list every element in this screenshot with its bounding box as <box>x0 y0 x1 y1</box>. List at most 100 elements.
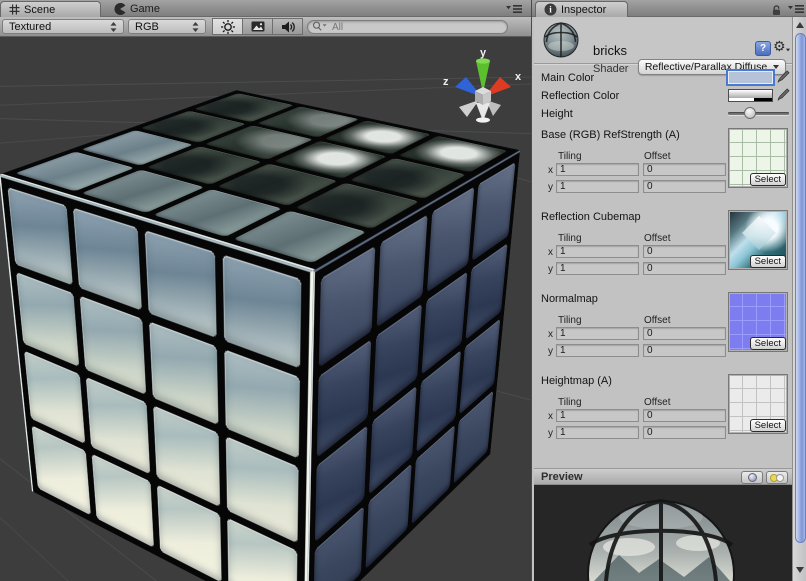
tab-scene[interactable]: Scene <box>0 1 101 17</box>
offset-y-input[interactable] <box>643 426 726 439</box>
gizmo-x-label: x <box>515 71 522 83</box>
scene-lighting-toggle[interactable] <box>212 18 243 35</box>
select-texture-button[interactable]: Select <box>750 255 786 268</box>
inspector-scrollbar[interactable] <box>792 17 806 581</box>
offset-y-input[interactable] <box>643 262 726 275</box>
render-mode-value: Textured <box>9 21 110 33</box>
offset-header: Offset <box>644 315 671 326</box>
texture-section-base: Base (RGB) RefStrength (A) Select Tiling… <box>534 129 792 199</box>
gizmo-z-label: z <box>443 76 449 88</box>
preview-titlebar[interactable]: Preview <box>534 468 792 485</box>
preview-mesh-button[interactable] <box>741 471 763 484</box>
inspector-panel: i Inspector <box>531 0 806 581</box>
chevron-down-icon <box>773 65 779 69</box>
tab-scene-label: Scene <box>24 4 55 16</box>
y-axis-label: y <box>548 182 553 193</box>
preview-title: Preview <box>541 471 583 483</box>
eyedropper-icon[interactable] <box>777 70 790 84</box>
help-button[interactable]: ? <box>755 41 771 56</box>
offset-x-input[interactable] <box>643 245 726 258</box>
tiling-x-input[interactable] <box>556 245 639 258</box>
select-texture-button[interactable]: Select <box>750 337 786 350</box>
scrollbar-thumb[interactable] <box>795 33 806 543</box>
scene-skybox-toggle[interactable] <box>242 18 273 35</box>
reflection-color-swatch[interactable] <box>728 89 773 102</box>
texture-section-title: Normalmap <box>541 293 598 305</box>
tab-game[interactable]: Game <box>106 1 186 17</box>
main-color-swatch[interactable] <box>728 71 773 84</box>
inspector-tabbar: i Inspector <box>532 0 806 17</box>
tiling-y-input[interactable] <box>556 426 639 439</box>
x-axis-label: x <box>548 247 553 258</box>
scene-viewport[interactable]: y x z <box>0 37 531 581</box>
sun-icon <box>220 19 236 35</box>
offset-y-input[interactable] <box>643 180 726 193</box>
grid-icon <box>9 4 20 15</box>
shader-label: Shader <box>593 63 628 75</box>
material-preview-area[interactable] <box>534 485 792 581</box>
gizmo-y-label: y <box>480 47 487 59</box>
height-label: Height <box>541 108 573 120</box>
material-name: bricks <box>593 43 627 58</box>
offset-header: Offset <box>644 397 671 408</box>
x-axis-label: x <box>548 329 553 340</box>
tiling-y-input[interactable] <box>556 180 639 193</box>
scene-grid-line <box>0 513 84 581</box>
select-texture-button[interactable]: Select <box>750 173 786 186</box>
tab-inspector[interactable]: i Inspector <box>535 1 628 17</box>
tiling-header: Tiling <box>558 151 582 162</box>
tiling-header: Tiling <box>558 233 582 244</box>
channel-mode-dropdown[interactable]: RGB <box>128 19 206 34</box>
base-texture-thumbnail[interactable]: Select <box>728 128 788 188</box>
normalmap-texture-thumbnail[interactable]: Select <box>728 292 788 352</box>
scene-toolbar: Textured RGB <box>0 17 531 37</box>
inspector-panel-menu-icon[interactable] <box>788 4 805 14</box>
scroll-up-arrow[interactable] <box>796 22 804 28</box>
offset-y-input[interactable] <box>643 344 726 357</box>
eyedropper-icon[interactable] <box>777 88 790 102</box>
offset-x-input[interactable] <box>643 327 726 340</box>
height-slider-thumb[interactable] <box>744 107 756 119</box>
y-axis-label: y <box>548 264 553 275</box>
height-slider-track[interactable] <box>728 112 789 115</box>
scene-panel-menu-icon[interactable] <box>506 4 523 14</box>
tiling-x-input[interactable] <box>556 327 639 340</box>
y-axis-label: y <box>548 428 553 439</box>
tiling-header: Tiling <box>558 397 582 408</box>
cubemap-texture-thumbnail[interactable]: Select <box>728 210 788 270</box>
preview-lighting-toggle[interactable] <box>766 471 788 484</box>
inspector-lock-icon[interactable] <box>771 4 782 16</box>
info-icon: i <box>544 3 557 16</box>
chevron-down-icon <box>785 49 789 52</box>
texture-section-cubemap: Reflection Cubemap Select Tiling Offset … <box>534 211 792 281</box>
gizmo-neg-axis-cone-base <box>476 117 490 122</box>
texture-section-title: Heightmap (A) <box>541 375 612 387</box>
image-icon <box>250 19 266 34</box>
preview-sphere <box>534 485 792 581</box>
tiling-y-input[interactable] <box>556 262 639 275</box>
scene-search-input[interactable] <box>307 20 508 34</box>
x-axis-label: x <box>548 411 553 422</box>
texture-section-normalmap: Normalmap Select Tiling Offset x y <box>534 293 792 363</box>
scene-cube-object[interactable] <box>131 128 431 534</box>
material-sphere-thumbnail <box>542 21 580 59</box>
gizmo-neg-axis-cone[interactable] <box>486 100 501 116</box>
offset-x-input[interactable] <box>643 409 726 422</box>
heightmap-texture-thumbnail[interactable]: Select <box>728 374 788 434</box>
light-off-icon <box>776 474 784 482</box>
tiling-header: Tiling <box>558 315 582 326</box>
scene-audio-toggle[interactable] <box>272 18 303 35</box>
updown-arrows-icon <box>110 21 117 33</box>
select-texture-button[interactable]: Select <box>750 419 786 432</box>
scene-orientation-gizmo[interactable]: y x z <box>434 41 531 125</box>
offset-x-input[interactable] <box>643 163 726 176</box>
render-mode-dropdown[interactable]: Textured <box>2 19 124 34</box>
tiling-x-input[interactable] <box>556 163 639 176</box>
gizmo-neg-axis-cone[interactable] <box>459 100 479 117</box>
game-pacman-icon <box>114 3 126 15</box>
scroll-down-arrow[interactable] <box>796 567 804 573</box>
gear-icon: ⚙ <box>773 39 786 56</box>
scene-tabbar: Scene Game <box>0 0 531 17</box>
tiling-x-input[interactable] <box>556 409 639 422</box>
tiling-y-input[interactable] <box>556 344 639 357</box>
